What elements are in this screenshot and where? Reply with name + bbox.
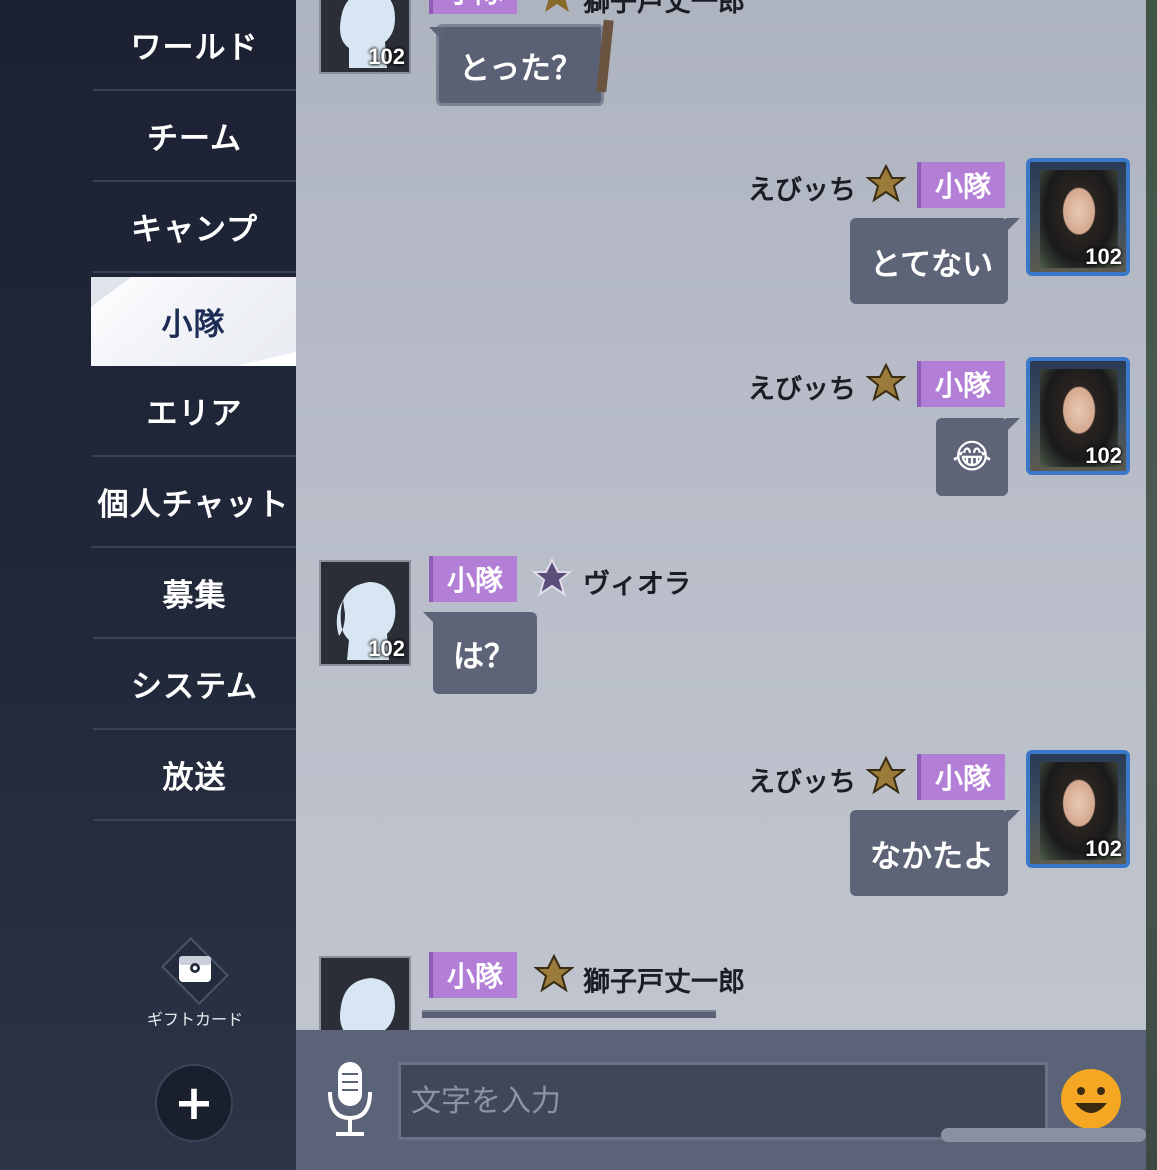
plus-icon: + [173,1075,215,1131]
squad-tag: 小隊 [429,556,518,602]
message-bubble[interactable]: 😂 [936,418,1020,496]
avatar-level: 102 [1085,836,1122,861]
gift-card-label: ギフトカード [146,1010,243,1029]
sender-name[interactable]: 獅子戸丈一郎 [583,0,745,19]
squad-tag-label: 小隊 [447,960,504,993]
gift-card-icon [161,937,229,1005]
tab-area-label: エリア [146,396,243,432]
laughing-tears-emoji-icon: 😂 [952,437,992,477]
silhouette-male-icon [340,978,395,1030]
rank-badge-icon [866,164,906,203]
squad-tag-label: 小隊 [447,564,504,597]
tab-recruit[interactable]: 募集 [93,548,296,639]
chat-input-bar [296,1030,1146,1170]
horizontal-scrollbar[interactable] [941,1128,1146,1142]
tab-world-label: ワールド [130,30,259,66]
tab-team-label: チーム [146,121,243,157]
message-bubble[interactable]: は？ [423,612,537,694]
tab-squad[interactable]: 小隊 [91,277,296,366]
rank-badge-icon [545,0,569,12]
message-bubble-partial [422,1010,716,1018]
sender-name[interactable]: えびッち [748,168,856,207]
squad-tag: 小隊 [429,952,518,998]
chat-message-list[interactable]: 102 小隊 獅子戸丈一郎 とった？ えびッち 小隊 102 とてない えびッち… [296,0,1146,1030]
message-bubble[interactable]: とてない [850,218,1020,304]
avatar[interactable]: 102 [1026,357,1130,475]
tab-broadcast[interactable]: 放送 [93,730,296,821]
sender-name[interactable]: ヴィオラ [583,562,691,601]
sender-name[interactable]: えびッち [748,760,856,799]
message-text: なかたよ [870,838,994,875]
tab-team[interactable]: チーム [93,91,296,182]
add-button[interactable]: + [155,1064,233,1142]
tab-private-chat[interactable]: 個人チャット [91,457,296,548]
message-text: とった？ [459,50,583,87]
squad-tag-label: 小隊 [935,369,992,402]
avatar-level: 102 [1085,244,1122,269]
squad-tag-label: 小隊 [935,762,992,795]
avatar-level: 102 [368,44,405,69]
rank-badge-icon [866,756,906,795]
tab-system-label: システム [130,669,259,705]
microphone-icon[interactable] [324,1060,376,1140]
tab-area[interactable]: エリア [93,366,296,457]
smiley-face-icon[interactable] [1059,1067,1123,1131]
avatar[interactable] [319,956,411,1030]
message-bubble[interactable]: とった？ [429,24,604,106]
squad-tag: 小隊 [917,162,1006,208]
tab-squad-label: 小隊 [161,307,226,343]
avatar[interactable]: 102 [319,560,411,666]
avatar-level: 102 [1085,443,1122,468]
rank-badge-icon [534,954,574,993]
tab-recruit-label: 募集 [162,578,227,614]
avatar[interactable]: 102 [319,0,411,74]
avatar[interactable]: 102 [1026,158,1130,276]
squad-tag: 小隊 [917,361,1006,407]
message-text: とてない [870,246,994,283]
tab-world[interactable]: ワールド [93,0,296,91]
tab-camp-label: キャンプ [130,212,259,248]
gift-card-button[interactable]: ギフトカード [140,937,250,1030]
tab-system[interactable]: システム [93,639,296,730]
sender-name[interactable]: 獅子戸丈一郎 [583,960,745,999]
rank-badge-icon [532,558,572,597]
squad-tag-label: 小隊 [935,170,992,203]
squad-tag: 小隊 [917,754,1006,800]
message-text: は？ [453,638,515,675]
tab-private-chat-label: 個人チャット [97,487,290,523]
channel-sidebar: ワールド チーム キャンプ 小隊 エリア 個人チャット 募集 システム 放送 ギ… [0,0,296,1170]
sender-name[interactable]: えびッち [748,367,856,406]
tab-broadcast-label: 放送 [162,760,227,796]
avatar-level: 102 [368,636,405,661]
message-bubble[interactable]: なかたよ [850,810,1020,896]
rank-badge-icon [866,363,906,402]
tab-camp[interactable]: キャンプ [93,182,296,273]
background-scenery-edge [1146,0,1157,1170]
squad-tag-label: 小隊 [447,0,503,11]
squad-tag: 小隊 [429,0,518,14]
avatar[interactable]: 102 [1026,750,1130,868]
